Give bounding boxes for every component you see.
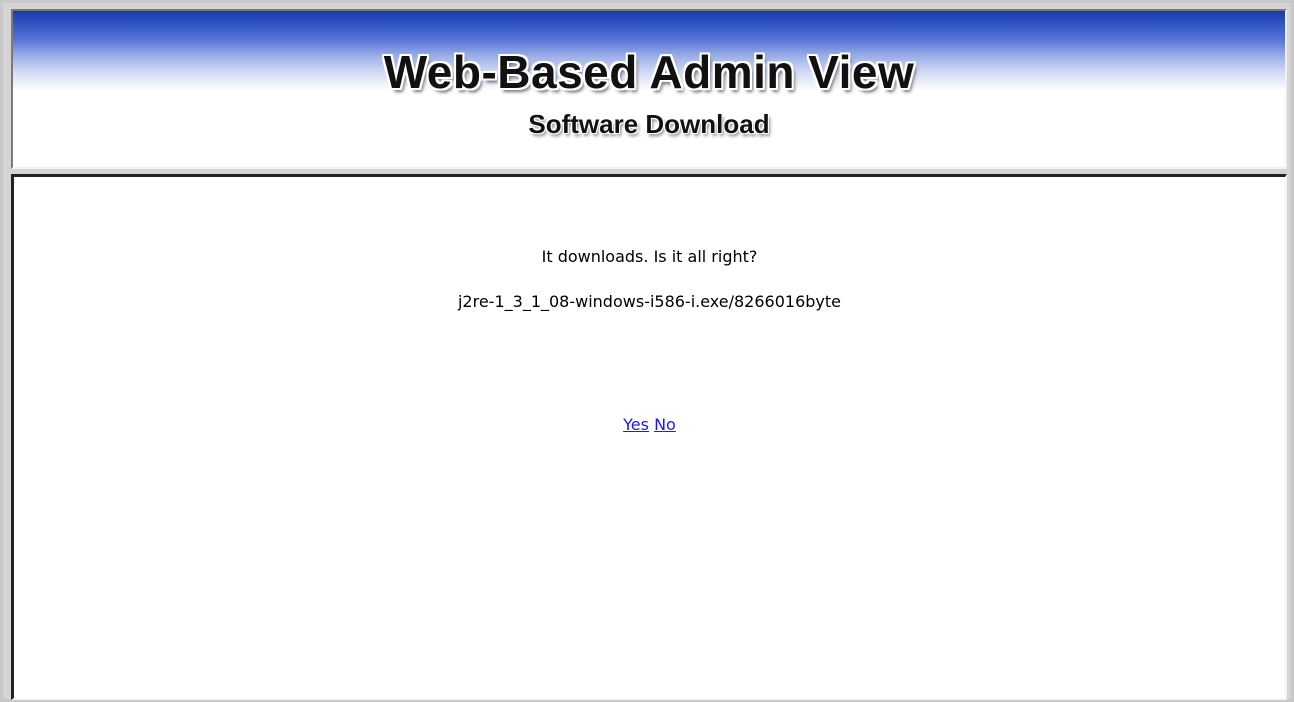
yes-link[interactable]: Yes — [623, 415, 649, 434]
header-banner: Web-Based Admin View Software Download — [11, 9, 1287, 169]
content-panel: It downloads. Is it all right? j2re-1_3_… — [11, 174, 1287, 700]
no-link[interactable]: No — [654, 415, 676, 434]
page-frame: Web-Based Admin View Software Download I… — [0, 0, 1294, 702]
page-subtitle: Software Download — [528, 109, 770, 139]
confirm-actions: Yes No — [14, 417, 1285, 433]
page-title: Web-Based Admin View — [383, 46, 915, 98]
confirm-question: It downloads. Is it all right? — [541, 247, 758, 266]
file-info: j2re-1_3_1_08-windows-i586-i.exe/8266016… — [457, 292, 841, 311]
